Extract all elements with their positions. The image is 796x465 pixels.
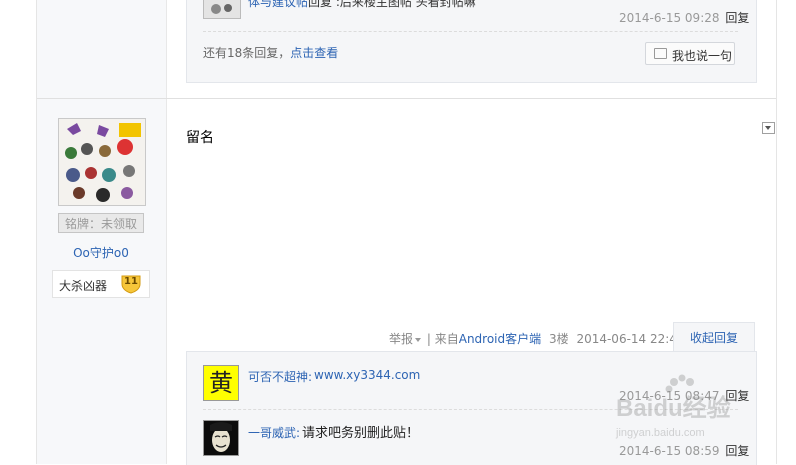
reply-divider bbox=[203, 31, 738, 32]
source-client-link[interactable]: Android客户端 bbox=[459, 332, 541, 346]
left-rail bbox=[0, 0, 37, 464]
view-more-link[interactable]: 点击查看 bbox=[290, 46, 338, 60]
reply-text: 请求吧务别删此贴！ bbox=[302, 426, 420, 441]
previous-reply-meta: 2014-6-15 09:28 回复 bbox=[619, 9, 749, 26]
say-something-button[interactable]: 我也说一句 bbox=[645, 42, 735, 65]
right-rail bbox=[776, 0, 796, 464]
user-avatar[interactable] bbox=[58, 118, 146, 206]
baidu-watermark: Baidu经验 jingyan.baidu.com bbox=[612, 372, 762, 442]
reply-avatar[interactable] bbox=[203, 420, 239, 456]
watermark-brand: Baidu经验 bbox=[616, 394, 731, 422]
post-options-dropdown[interactable] bbox=[762, 122, 775, 134]
previous-reply-button[interactable]: 回复 bbox=[725, 11, 749, 25]
reply-avatar-previous[interactable] bbox=[203, 0, 241, 19]
rank-title: 大杀凶器 bbox=[59, 279, 108, 293]
reply-user[interactable]: 可否不超神: bbox=[248, 368, 312, 385]
say-something-label: 我也说一句 bbox=[672, 49, 733, 63]
comment-icon bbox=[654, 48, 667, 59]
source-prefix: 来自 bbox=[434, 332, 459, 346]
previous-reply-line: 体与建议帖回复 :后来楼主图帖 头看封帖嘛 bbox=[248, 0, 476, 10]
reply-button[interactable]: 回复 bbox=[725, 444, 749, 458]
more-replies-text: 还有18条回复， bbox=[203, 46, 291, 60]
report-link[interactable]: 举报 bbox=[389, 332, 413, 346]
meta-separator: | bbox=[426, 332, 431, 346]
member-rank[interactable]: 大杀凶器 11 bbox=[52, 270, 150, 298]
floor-divider bbox=[37, 98, 776, 99]
previous-reply-user[interactable]: 体与建议帖 bbox=[248, 0, 308, 9]
reply-time: 2014-6-15 08:59 bbox=[619, 444, 720, 458]
previous-reply-time: 2014-6-15 09:28 bbox=[619, 11, 720, 25]
post-meta: 举报 | 来自Android客户端 3楼 2014-06-14 22:49 bbox=[389, 330, 685, 347]
level-shield-icon: 11 bbox=[120, 274, 142, 294]
post-time: 2014-06-14 22:49 bbox=[576, 332, 685, 346]
reply-meta: 2014-6-15 08:59 回复 bbox=[619, 442, 749, 459]
rank-level: 11 bbox=[124, 276, 138, 287]
more-replies: 还有18条回复，点击查看 bbox=[203, 44, 338, 61]
previous-reply-text: 回复 :后来楼主图帖 头看封帖嘛 bbox=[308, 0, 476, 9]
report-arrow-icon[interactable] bbox=[415, 337, 422, 342]
post-content: 留名 bbox=[186, 130, 214, 146]
reply-user[interactable]: 一哥威武: bbox=[248, 424, 300, 441]
badge-plate[interactable]: 铭牌：未领取 bbox=[58, 213, 144, 233]
reply-text[interactable]: www.xy3344.com bbox=[314, 368, 420, 382]
watermark-url: jingyan.baidu.com bbox=[615, 427, 705, 439]
username-link[interactable]: Oo守护o0 bbox=[58, 244, 144, 261]
collapse-replies-button[interactable]: 收起回复 bbox=[673, 322, 755, 352]
reply-avatar[interactable]: 黄 bbox=[203, 365, 239, 401]
floor-number: 3楼 bbox=[548, 332, 569, 346]
